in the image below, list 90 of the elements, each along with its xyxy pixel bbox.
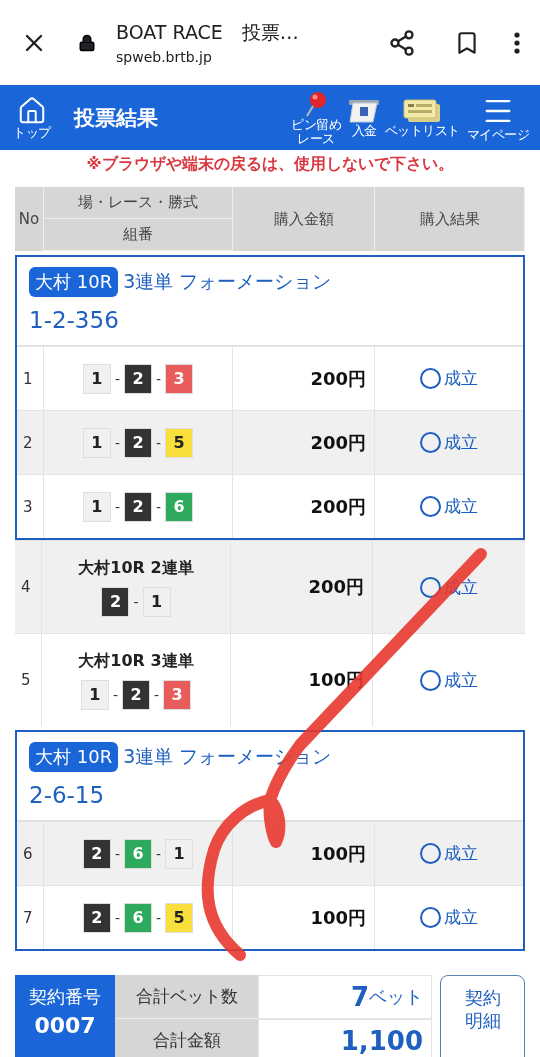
share-icon (388, 28, 416, 57)
dash: - (114, 370, 120, 387)
dash: - (156, 370, 162, 387)
boat-number: 2 (124, 491, 152, 522)
circle-icon (420, 907, 441, 928)
page-title: BOAT RACE 投票… (116, 20, 300, 45)
column-header: 購入金額 (233, 187, 375, 251)
boat-number: 1 (82, 363, 111, 394)
boat-number: 5 (165, 427, 194, 458)
dash: - (156, 845, 162, 862)
boat-number: 2 (82, 838, 111, 869)
dash: - (156, 498, 162, 515)
boat-number: 6 (124, 902, 152, 933)
amount-cell: 200円 (233, 475, 375, 538)
dash: - (133, 593, 139, 610)
total-amount: 1,100 (340, 1026, 423, 1056)
combination-text: 2-6-15 (29, 782, 106, 808)
dash: - (112, 686, 118, 703)
boat-number: 2 (124, 363, 152, 394)
contract-number: 0007 (34, 1013, 96, 1038)
boat-number: 3 (165, 363, 194, 394)
dash: - (114, 845, 120, 862)
circle-icon (420, 496, 441, 517)
nav-button[interactable]: 入金 (344, 97, 384, 138)
result-text: 成立 (444, 431, 478, 454)
result-text: 成立 (444, 906, 478, 929)
circle-icon (420, 432, 441, 453)
nav-button[interactable]: ベットリスト (384, 97, 460, 138)
more-button[interactable] (514, 31, 520, 54)
race-badge: 大村 10R (29, 742, 119, 772)
boat-number: 6 (165, 491, 194, 522)
boat-number: 1 (82, 491, 111, 522)
row-number: 5 (15, 634, 42, 726)
race-badge: 大村 10R (29, 267, 119, 297)
boat-number: 3 (163, 679, 192, 710)
result-text: 成立 (444, 367, 478, 390)
bets-count: 7 (350, 982, 369, 1012)
row-number: 3 (17, 475, 44, 538)
nav-button[interactable]: マイページ (460, 93, 536, 142)
bets-label: 合計ベット数 (115, 975, 258, 1019)
boat-number: 2 (82, 902, 111, 933)
column-header: 組番 (44, 219, 232, 251)
bets-unit: ベット (369, 985, 423, 1009)
combination-text: 1-2-356 (29, 307, 120, 333)
dash: - (114, 434, 120, 451)
pushpin-icon (303, 90, 329, 119)
page-url: spweb.brtb.jp (116, 49, 213, 65)
contract-detail-button[interactable]: 契約明細 (440, 975, 525, 1057)
result-text: 成立 (444, 495, 478, 518)
dash: - (114, 498, 120, 515)
boat-number: 6 (124, 838, 152, 869)
nav-button[interactable]: ピン留めレース (288, 90, 344, 145)
dash: - (156, 434, 162, 451)
circle-icon (420, 669, 441, 691)
more-icon (514, 31, 520, 54)
boat-number: 2 (124, 427, 152, 458)
total-label: 合計金額 (115, 1019, 258, 1057)
header-title: 投票結果 (74, 104, 159, 132)
boat-number: 1 (142, 586, 171, 617)
boat-number: 1 (80, 679, 109, 710)
dash: - (156, 909, 162, 926)
result-text: 成立 (444, 575, 478, 599)
circle-icon (420, 576, 441, 598)
row-number: 7 (17, 886, 44, 949)
lock-icon (78, 33, 96, 52)
result-text: 成立 (444, 668, 478, 692)
column-header: 場・レース・勝式 (44, 187, 232, 219)
dash: - (154, 686, 160, 703)
dash: - (114, 909, 120, 926)
result-text: 成立 (444, 842, 478, 865)
circle-icon (420, 843, 441, 864)
boat-number: 1 (82, 427, 111, 458)
amount-cell: 100円 (233, 886, 375, 949)
column-header: No (15, 187, 44, 251)
share-button[interactable] (388, 28, 416, 57)
boat-number: 2 (101, 586, 130, 617)
race-title: 大村10R 2連単 (78, 557, 194, 579)
home-button[interactable]: トップ (10, 95, 54, 140)
boat-number: 1 (165, 838, 194, 869)
race-title: 大村10R 3連単 (78, 650, 194, 672)
ticket-icon (347, 97, 381, 124)
home-icon (17, 95, 47, 126)
tickets-icon (402, 97, 442, 124)
column-header: 購入結果 (375, 187, 525, 251)
boat-number: 2 (122, 679, 150, 710)
contract-label: 契約番号 (29, 985, 101, 1009)
bet-type: 3連単 フォーメーション (123, 269, 332, 294)
warning-text: ※ブラウザや端末の戻るは、使用しないで下さい。 (85, 154, 455, 175)
circle-icon (420, 368, 441, 389)
boat-number: 5 (165, 902, 194, 933)
